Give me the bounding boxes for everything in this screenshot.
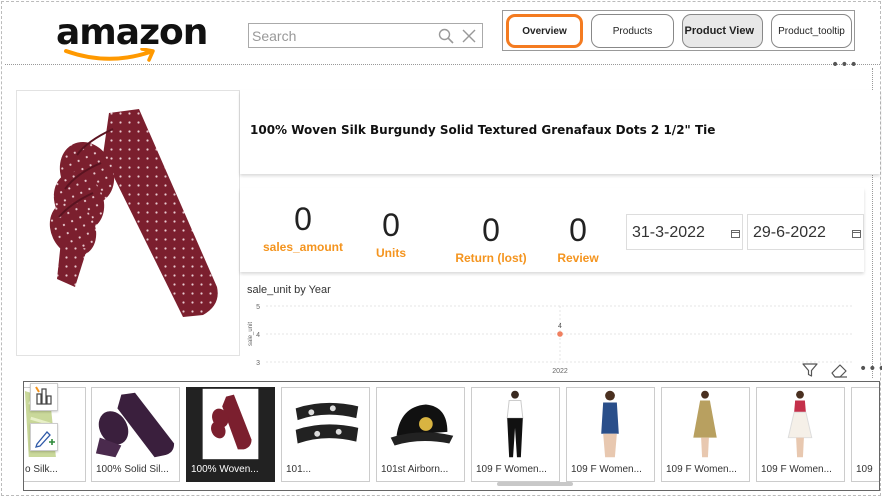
calendar-icon[interactable] [731, 229, 740, 238]
chart-title: sale_unit by Year [247, 284, 331, 296]
y-axis-label: sale_unit [248, 322, 254, 346]
edit-visual-icon [35, 431, 55, 448]
bar-chart-icon [35, 386, 52, 405]
kpi-value: 0 [569, 212, 587, 248]
kpi-label: Units [376, 246, 406, 260]
carousel-item[interactable]: 109 F Women... [471, 387, 560, 482]
kpi-units: 0 Units [366, 208, 416, 260]
carousel-item-label: o Silk... [25, 464, 58, 475]
product-thumbnail [202, 388, 259, 460]
carousel-item-label: 100% Solid Sil... [96, 464, 169, 475]
carousel-item-label: 109 F Women... [571, 464, 642, 475]
kpi-review: 0 Review [554, 213, 602, 265]
data-point [557, 331, 563, 337]
carousel-item[interactable]: 109 F Women... [566, 387, 655, 482]
carousel-item-selected[interactable]: 100% Woven... [186, 387, 275, 482]
carousel-item-label: 109 [856, 464, 873, 475]
carousel-item[interactable]: 101... [281, 387, 370, 482]
product-thumbnail [506, 390, 524, 458]
product-thumbnail [787, 390, 813, 458]
y-tick-label: 3 [256, 360, 260, 367]
tie-image [49, 109, 218, 317]
start-date-value: 31-3-2022 [632, 224, 705, 241]
divider [5, 64, 880, 65]
carousel-item-label: 109 F Women... [476, 464, 547, 475]
search-box[interactable] [248, 23, 483, 48]
carousel-item[interactable]: 109 F Women... [756, 387, 845, 482]
kpi-value: 0 [482, 212, 500, 248]
product-thumbnail [390, 404, 454, 446]
eraser-icon[interactable] [830, 362, 848, 378]
more-options-icon[interactable]: ••• [859, 361, 882, 377]
start-date-input[interactable]: 31-3-2022 [626, 214, 743, 250]
kpi-label: Return (lost) [455, 251, 527, 265]
carousel-item-label: 101... [286, 464, 312, 475]
kpi-label: Review [557, 251, 599, 265]
carousel-item[interactable]: 109 [851, 387, 879, 482]
kpi-value: 0 [294, 201, 312, 237]
amazon-logo: amazon [56, 12, 208, 62]
carousel-item-label: 100% Woven... [191, 464, 259, 475]
nav-overview-button[interactable]: Overview [506, 14, 583, 48]
visual-type-button[interactable] [30, 383, 58, 411]
product-title: 100% Woven Silk Burgundy Solid Textured … [250, 123, 716, 137]
end-date-value: 29-6-2022 [753, 224, 826, 241]
x-tick-label: 2022 [552, 368, 568, 375]
kpi-value: 0 [382, 207, 400, 243]
carousel-item[interactable]: 109 F Women... [661, 387, 750, 482]
nav-product-view-button[interactable]: Product View [682, 14, 763, 48]
filter-icon[interactable] [802, 362, 818, 378]
edit-visual-button[interactable] [30, 423, 58, 451]
carousel-item[interactable]: 101st Airborn... [376, 387, 465, 482]
search-input[interactable] [252, 27, 432, 45]
product-thumbnail [295, 402, 359, 444]
carousel-item-label: 109 F Women... [761, 464, 832, 475]
carousel-item[interactable]: 100% Solid Sil... [91, 387, 180, 482]
logo-text: amazon [56, 12, 208, 53]
kpi-return-lost: 0 Return (lost) [448, 213, 534, 265]
nav-products-button[interactable]: Products [591, 14, 674, 48]
y-tick-label: 4 [256, 332, 260, 339]
product-thumbnail [693, 390, 717, 458]
logo-smile-icon [64, 48, 155, 62]
page-navigator: Overview Products Product View Product_t… [502, 10, 855, 51]
product-thumbnail [95, 392, 175, 458]
calendar-icon[interactable] [852, 229, 861, 238]
y-tick-label: 5 [256, 304, 260, 311]
product-title-card: 100% Woven Silk Burgundy Solid Textured … [240, 90, 880, 174]
kpi-sales-amount: 0 sales_amount [262, 202, 344, 254]
kpi-label: sales_amount [262, 240, 344, 254]
search-icon[interactable] [438, 28, 454, 44]
more-options-icon[interactable]: ••• [831, 57, 859, 73]
end-date-input[interactable]: 29-6-2022 [747, 214, 864, 250]
carousel-item-label: 109 F Women... [666, 464, 737, 475]
product-carousel: o Silk... 100% Solid Sil... 100% Woven..… [23, 381, 880, 491]
close-icon[interactable] [461, 28, 477, 44]
product-image [16, 90, 240, 356]
data-label: 4 [558, 323, 562, 330]
carousel-scrollbar[interactable] [497, 482, 573, 486]
nav-product-tooltip-button[interactable]: Product_tooltip [771, 14, 852, 48]
sale-unit-chart: 543sale_unit 42022 [248, 304, 854, 375]
carousel-item-label: 101st Airborn... [381, 464, 449, 475]
product-thumbnail [601, 390, 619, 458]
